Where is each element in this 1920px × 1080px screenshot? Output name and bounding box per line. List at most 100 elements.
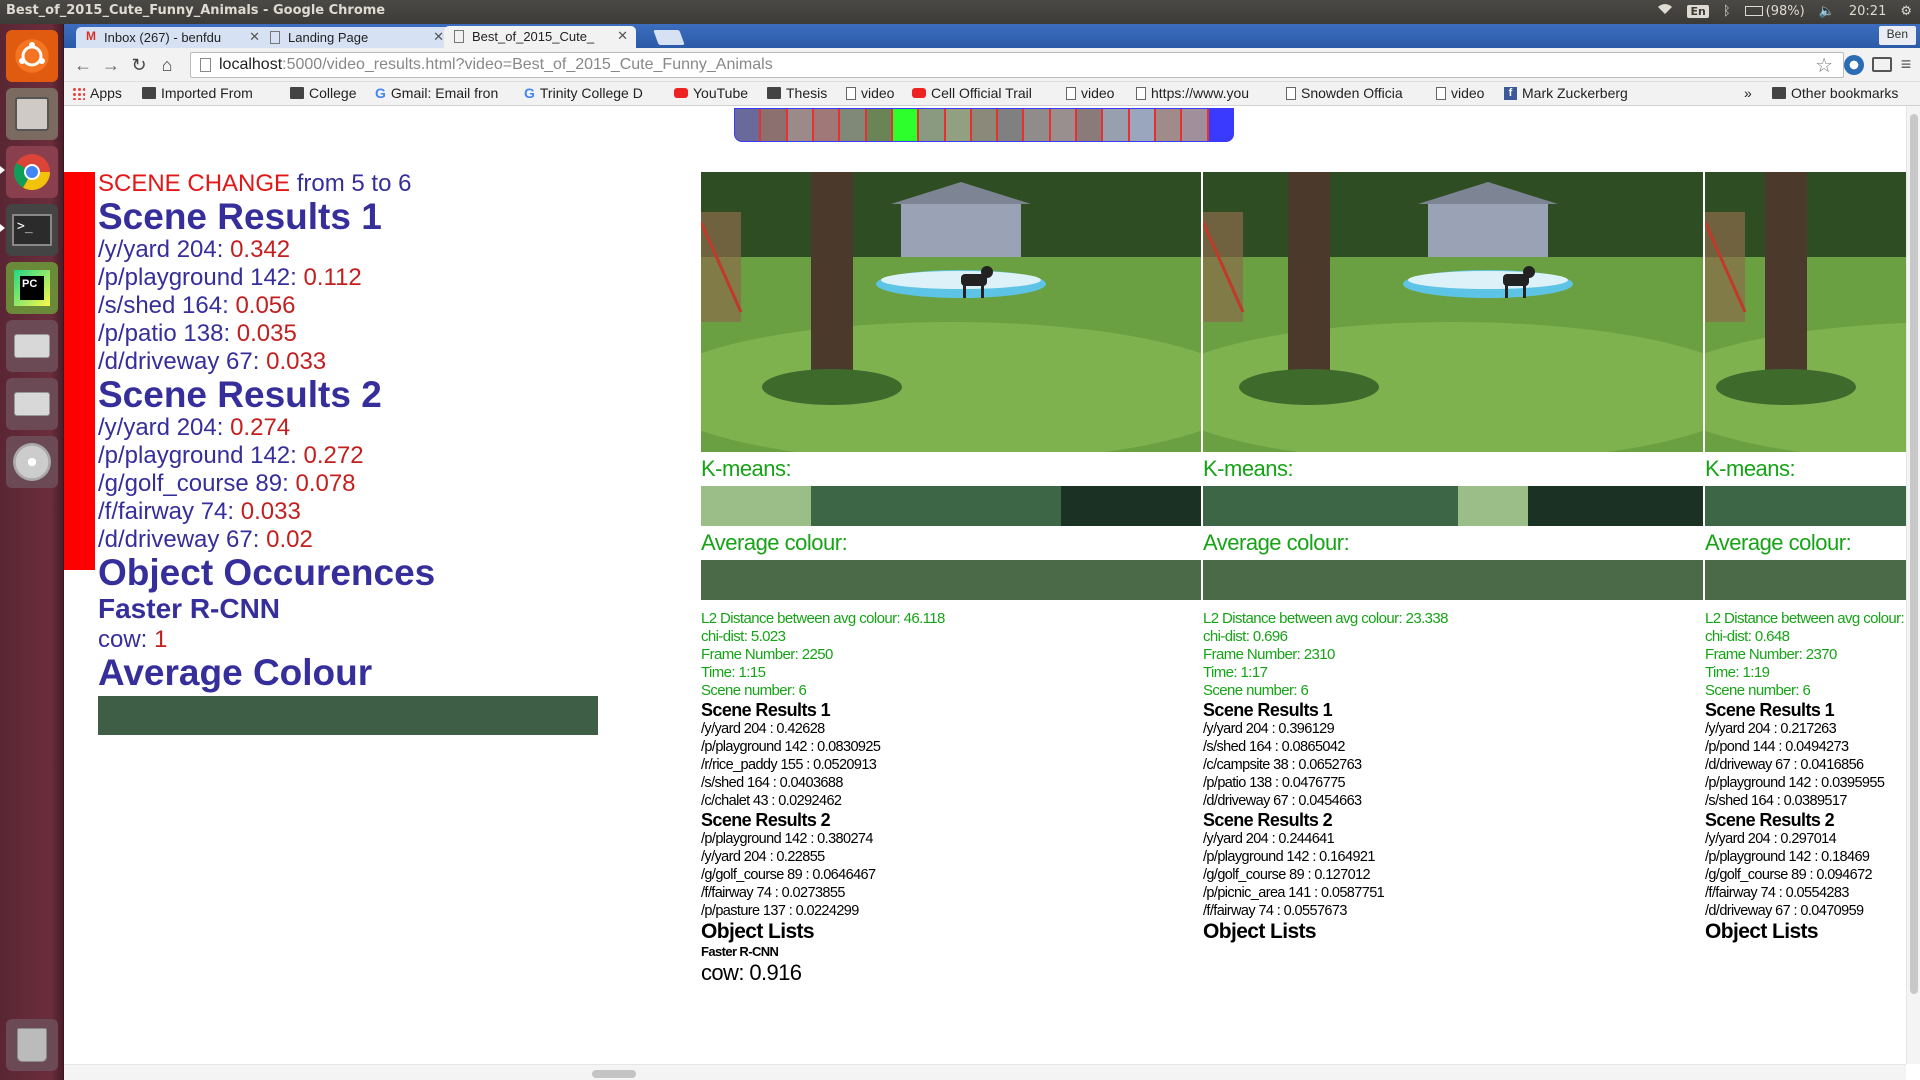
object-model-name: Faster R-CNN [98,593,281,624]
youtube-icon [674,88,688,98]
drive-icon[interactable] [6,320,58,372]
timeline-segment[interactable] [840,109,867,141]
close-icon[interactable]: ✕ [249,29,260,45]
bookmark-folder[interactable]: Thesis [767,85,827,101]
timeline-segment[interactable] [1050,109,1078,141]
horizontal-scrollbar-thumb[interactable] [592,1070,636,1078]
clock[interactable]: 20:21 [1849,4,1886,19]
close-icon[interactable]: ✕ [433,29,444,45]
timeline-segment[interactable] [1208,109,1233,141]
scene-result-row: /y/yard 204 : 0.22855 [701,849,825,865]
battery-indicator[interactable]: (98%) [1744,4,1805,19]
horizontal-scrollbar[interactable] [64,1064,1906,1080]
timeline-segment[interactable] [813,109,841,141]
timeline-segment[interactable] [866,109,893,141]
trash-icon[interactable] [6,1019,58,1071]
pycharm-icon[interactable]: PC [6,262,58,314]
files-icon[interactable] [6,88,58,140]
scene-result-row: /p/patio 138 : 0.0476775 [1203,775,1346,791]
scene-result-row: /s/shed 164: 0.056 [98,292,658,320]
page-icon [1136,86,1146,100]
extension-icon[interactable] [1844,55,1864,75]
bookmark-link[interactable]: f Mark Zuckerberg [1504,85,1628,101]
settings-gear-icon[interactable]: ⚙ [1900,4,1912,19]
volume-icon[interactable]: 🔈 [1819,4,1835,19]
scene-timeline[interactable] [734,108,1234,142]
menu-icon[interactable]: ≡ [1896,55,1916,75]
bookmark-link[interactable]: video [1436,85,1484,101]
video-frame[interactable] [1203,172,1703,452]
vertical-scrollbar[interactable] [1906,106,1920,1064]
home-button[interactable]: ⌂ [156,54,178,76]
dvd-icon[interactable] [6,436,58,488]
video-frame[interactable] [1705,172,1920,452]
timeline-segment[interactable] [761,109,788,141]
bookmark-link[interactable]: https://www.you [1136,85,1266,101]
close-icon[interactable]: ✕ [617,28,628,44]
cast-icon[interactable] [1872,57,1892,72]
timeline-segment[interactable] [892,109,920,141]
apps-icon [72,86,85,100]
browser-toolbar: ← → ↻ ⌂ localhost:5000/video_results.htm… [64,48,1920,82]
back-button[interactable]: ← [72,54,94,76]
bookmark-link[interactable]: G Trinity College D [524,85,660,101]
scene-result-score: 0.342 [230,236,291,263]
bookmark-link[interactable]: video [1066,85,1114,101]
bookmark-star-icon[interactable]: ☆ [1815,53,1833,77]
timeline-segment[interactable] [787,109,814,141]
scene-result-row: /g/golf_course 89 : 0.127012 [1203,867,1371,883]
bookmark-label: Mark Zuckerberg [1522,85,1628,101]
frame-stats: L2 Distance between avg colour: 15.514ch… [1705,610,1920,700]
tab-gmail[interactable]: M Inbox (267) - benfdu ✕ [76,27,268,48]
page-content: SCENE CHANGE from 5 to 6 Scene Results 1… [64,106,1920,1080]
terminal-icon[interactable]: >_ [6,204,58,256]
timeline-segment[interactable] [1024,109,1051,141]
timeline-segment[interactable] [945,109,972,141]
ubuntu-dash-icon[interactable] [6,30,58,82]
bookmark-link[interactable]: G Gmail: Email fron [375,85,507,101]
more-bookmarks-button[interactable]: » [1744,85,1752,101]
timeline-segment[interactable] [1182,109,1209,141]
forward-button[interactable]: → [100,54,122,76]
bluetooth-icon[interactable]: ᛒ [1723,4,1731,19]
timeline-segment[interactable] [735,109,762,141]
unity-launcher: >_ PC [0,24,64,1080]
timeline-segment[interactable] [971,109,999,141]
scene-results-2-title: Scene Results 2 [1705,810,1835,830]
reload-button[interactable]: ↻ [128,54,150,76]
timeline-segment[interactable] [1077,109,1104,141]
bookmark-apps[interactable]: Apps [72,85,122,101]
other-bookmarks[interactable]: Other bookmarks [1772,85,1898,101]
timeline-segment[interactable] [919,109,946,141]
timeline-segment[interactable] [1129,109,1156,141]
tab-landing-page[interactable]: Landing Page ✕ [260,27,452,48]
timeline-segment[interactable] [998,109,1025,141]
wifi-icon[interactable] [1657,3,1673,19]
chrome-icon[interactable] [6,146,58,198]
bookmark-link[interactable]: YouTube [674,85,748,101]
drive-icon[interactable] [6,378,58,430]
timeline-segment[interactable] [1103,109,1130,141]
bookmark-link[interactable]: video [846,85,894,101]
page-icon [270,31,280,44]
profile-button[interactable]: Ben [1878,26,1916,45]
bookmark-link[interactable]: Snowden Officia [1286,85,1418,101]
address-bar[interactable]: localhost:5000/video_results.html?video=… [190,52,1844,78]
video-frame[interactable] [701,172,1201,452]
vertical-scrollbar-thumb[interactable] [1910,114,1918,994]
keyboard-layout-indicator[interactable]: En [1687,4,1709,18]
scene-result-row: /p/playground 142: 0.272 [98,442,658,470]
tab-video-results[interactable]: Best_of_2015_Cute_ ✕ [444,26,636,48]
stat-l2: L2 Distance between avg colour: 46.118 [701,610,945,627]
bookmark-link[interactable]: Cell Official Trail [912,85,1052,101]
new-tab-button[interactable] [653,30,685,45]
scene-result-row: /s/shed 164 : 0.0865042 [1203,739,1345,755]
bookmark-folder[interactable]: College [290,85,356,101]
system-tray: En ᛒ (98%) 🔈 20:21 ⚙ [1657,3,1912,19]
kmeans-swatch [811,486,1061,526]
scene-results-2-title: Scene Results 2 [1203,810,1333,830]
scene-result-label: /y/yard 204: [98,236,231,263]
timeline-segment[interactable] [1156,109,1183,141]
bookmark-folder[interactable]: Imported From F [142,85,252,101]
bookmark-label: Gmail: Email fron [390,85,499,101]
